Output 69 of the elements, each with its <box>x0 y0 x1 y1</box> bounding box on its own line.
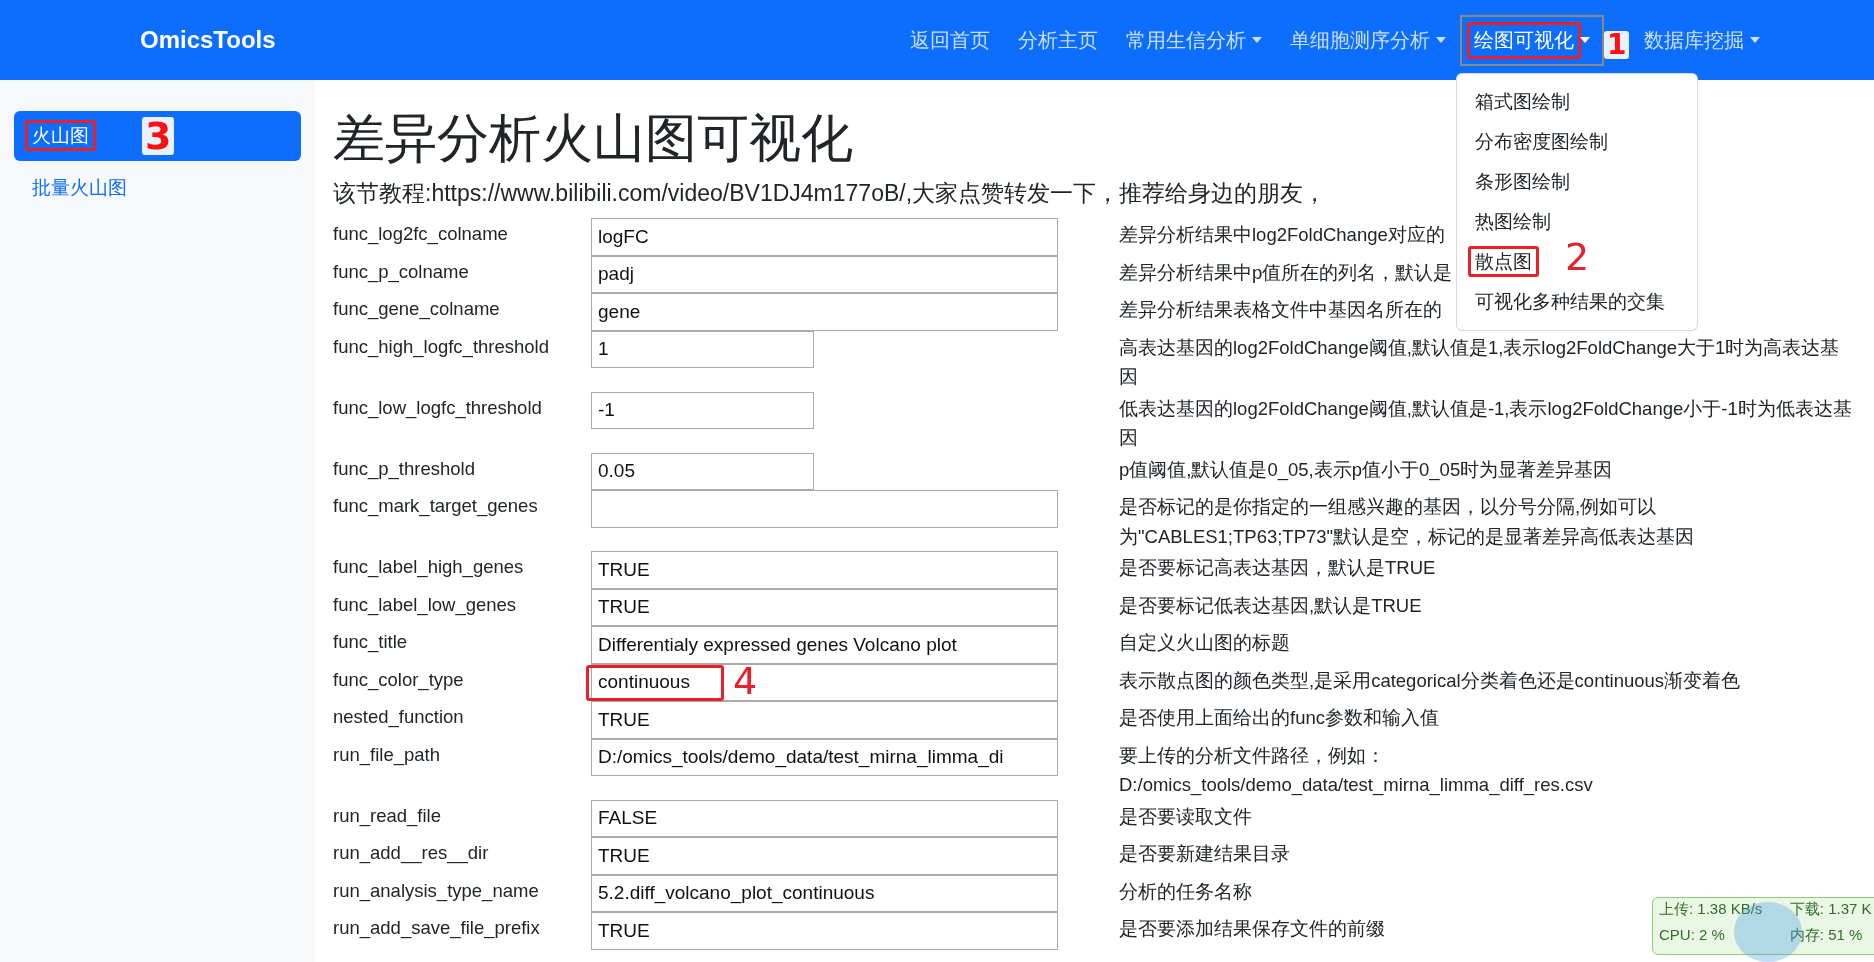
menu-item[interactable]: 分布密度图绘制 <box>1457 121 1697 162</box>
param-description: 是否使用上面给出的func参数和输入值 <box>1119 706 1440 730</box>
param-field[interactable]: TRUE <box>591 837 1058 875</box>
param-description: 是否要添加结果保存文件的前缀 <box>1119 917 1386 941</box>
annotation-box: 绘图可视化 <box>1467 21 1581 59</box>
param-description: 是否标记的是你指定的一组感兴趣的基因，以分号分隔,例如可以为"CABLES1;TP63;TP73"默认是空，标记的是显著差异高低表达基因 <box>1119 495 1696 549</box>
param-label: func_color_type <box>333 667 465 691</box>
brand-logo[interactable]: OmicsTools <box>140 26 276 54</box>
param-field[interactable]: 5.2.diff_volcano_plot_continuous <box>591 874 1058 912</box>
param-label: func_label_high_genes <box>333 555 525 578</box>
param-label: func_label_low_genes <box>333 592 518 616</box>
param-description: 差异分析结果中p值所在的列名，默认是 <box>1119 260 1454 285</box>
param-description: 表示散点图的颜色类型,是采用categorical分类着色还是continuous渐变着色 <box>1119 668 1742 693</box>
annotation-box: 散点图 <box>1468 245 1539 277</box>
param-label: func_p_threshold <box>333 456 476 480</box>
param-field[interactable]: -1 <box>591 391 814 429</box>
param-field[interactable]: D:/omics_tools/demo_data/test_mirna_limma_di <box>591 738 1058 776</box>
param-label: nested_function <box>333 705 465 728</box>
param-label: run_file_path <box>333 742 441 766</box>
upload-speed: 上传: 1.38 KB/s <box>1659 900 1764 919</box>
param-label: func_low_logfc_threshold <box>333 395 543 419</box>
param-label: func_title <box>333 630 409 653</box>
param-label: run_read_file <box>333 803 442 827</box>
cpu-usage: CPU: 2 % <box>1659 926 1726 945</box>
param-description: 是否要新建结果目录 <box>1119 842 1291 866</box>
param-label: func_mark_target_genes <box>333 494 539 517</box>
param-label: func_p_colname <box>333 259 470 283</box>
memory-usage: 内存: 51 % <box>1789 926 1864 945</box>
param-description: 是否要标记低表达基因,默认是TRUE <box>1119 593 1423 618</box>
annotation-number: 3 <box>142 117 175 155</box>
param-field[interactable]: FALSE <box>591 799 1058 837</box>
param-field[interactable]: 1 <box>591 330 814 368</box>
sidebar-item[interactable]: 批量火山图 <box>14 163 301 213</box>
annotation-number: 4 <box>733 661 758 700</box>
param-description: 是否要标记高表达基因，默认是TRUE <box>1119 556 1437 580</box>
param-description: 分析的任务名称 <box>1119 879 1253 904</box>
param-label: run_analysis_type_name <box>333 878 540 902</box>
param-label: func_high_logfc_threshold <box>333 334 550 358</box>
param-label: run_add__res__dir <box>333 841 490 864</box>
param-field[interactable]: TRUE <box>591 588 1058 626</box>
param-label: run_add_save_file_prefix <box>333 916 541 939</box>
param-field[interactable] <box>591 490 1058 528</box>
page-title: 差异分析火山图可视化 <box>333 108 853 169</box>
param-field[interactable]: logFC <box>591 218 1058 256</box>
param-description: 高表达基因的log2FoldChange阈值,默认值是1,表示log2FoldChange大于1时为高表达基因 <box>1119 335 1841 389</box>
download-speed: 下载: 1.37 K <box>1789 900 1873 919</box>
nav-link[interactable]: 绘图可视化 <box>1460 14 1604 66</box>
param-field[interactable]: TRUE <box>591 701 1058 739</box>
param-description: 差异分析结果中log2FoldChange对应的 <box>1119 223 1446 247</box>
param-description: 要上传的分析文件路径，例如：D:/omics_tools/demo_data/test_mirna_limma_diff_res.csv <box>1119 743 1594 798</box>
param-field[interactable]: 0.05 <box>591 452 814 490</box>
param-field[interactable]: Differentialy expressed genes Volcano plot <box>591 626 1058 664</box>
param-field[interactable]: TRUE <box>591 551 1058 589</box>
menu-item[interactable]: 可视化多种结果的交集 <box>1457 281 1697 322</box>
param-label: func_log2fc_colname <box>333 222 509 245</box>
param-field[interactable]: TRUE <box>591 912 1058 950</box>
menu-item[interactable]: 条形图绘制 <box>1457 161 1697 202</box>
annotation-number: 1 <box>1604 30 1630 59</box>
annotation-box: 火山图 <box>25 120 96 151</box>
param-description: 自定义火山图的标题 <box>1119 631 1291 655</box>
param-field[interactable]: padj <box>591 255 1058 293</box>
param-label: func_gene_colname <box>333 297 501 320</box>
param-description: p值阈值,默认值是0_05,表示p值小于0_05时为显著差异基因 <box>1119 457 1614 483</box>
tutorial-text: 该节教程:https://www.bilibili.com/video/BV1DJ4m177oB/,大家点赞转发一下，推荐给身边的朋友， <box>333 179 1327 208</box>
param-field[interactable]: gene <box>591 293 1058 331</box>
menu-item[interactable]: 箱式图绘制 <box>1457 81 1697 122</box>
param-description: 是否要读取文件 <box>1119 804 1253 829</box>
sidebar-item[interactable]: 火山图 3 <box>14 111 301 161</box>
param-description: 差异分析结果表格文件中基因名所在的 <box>1119 298 1443 322</box>
